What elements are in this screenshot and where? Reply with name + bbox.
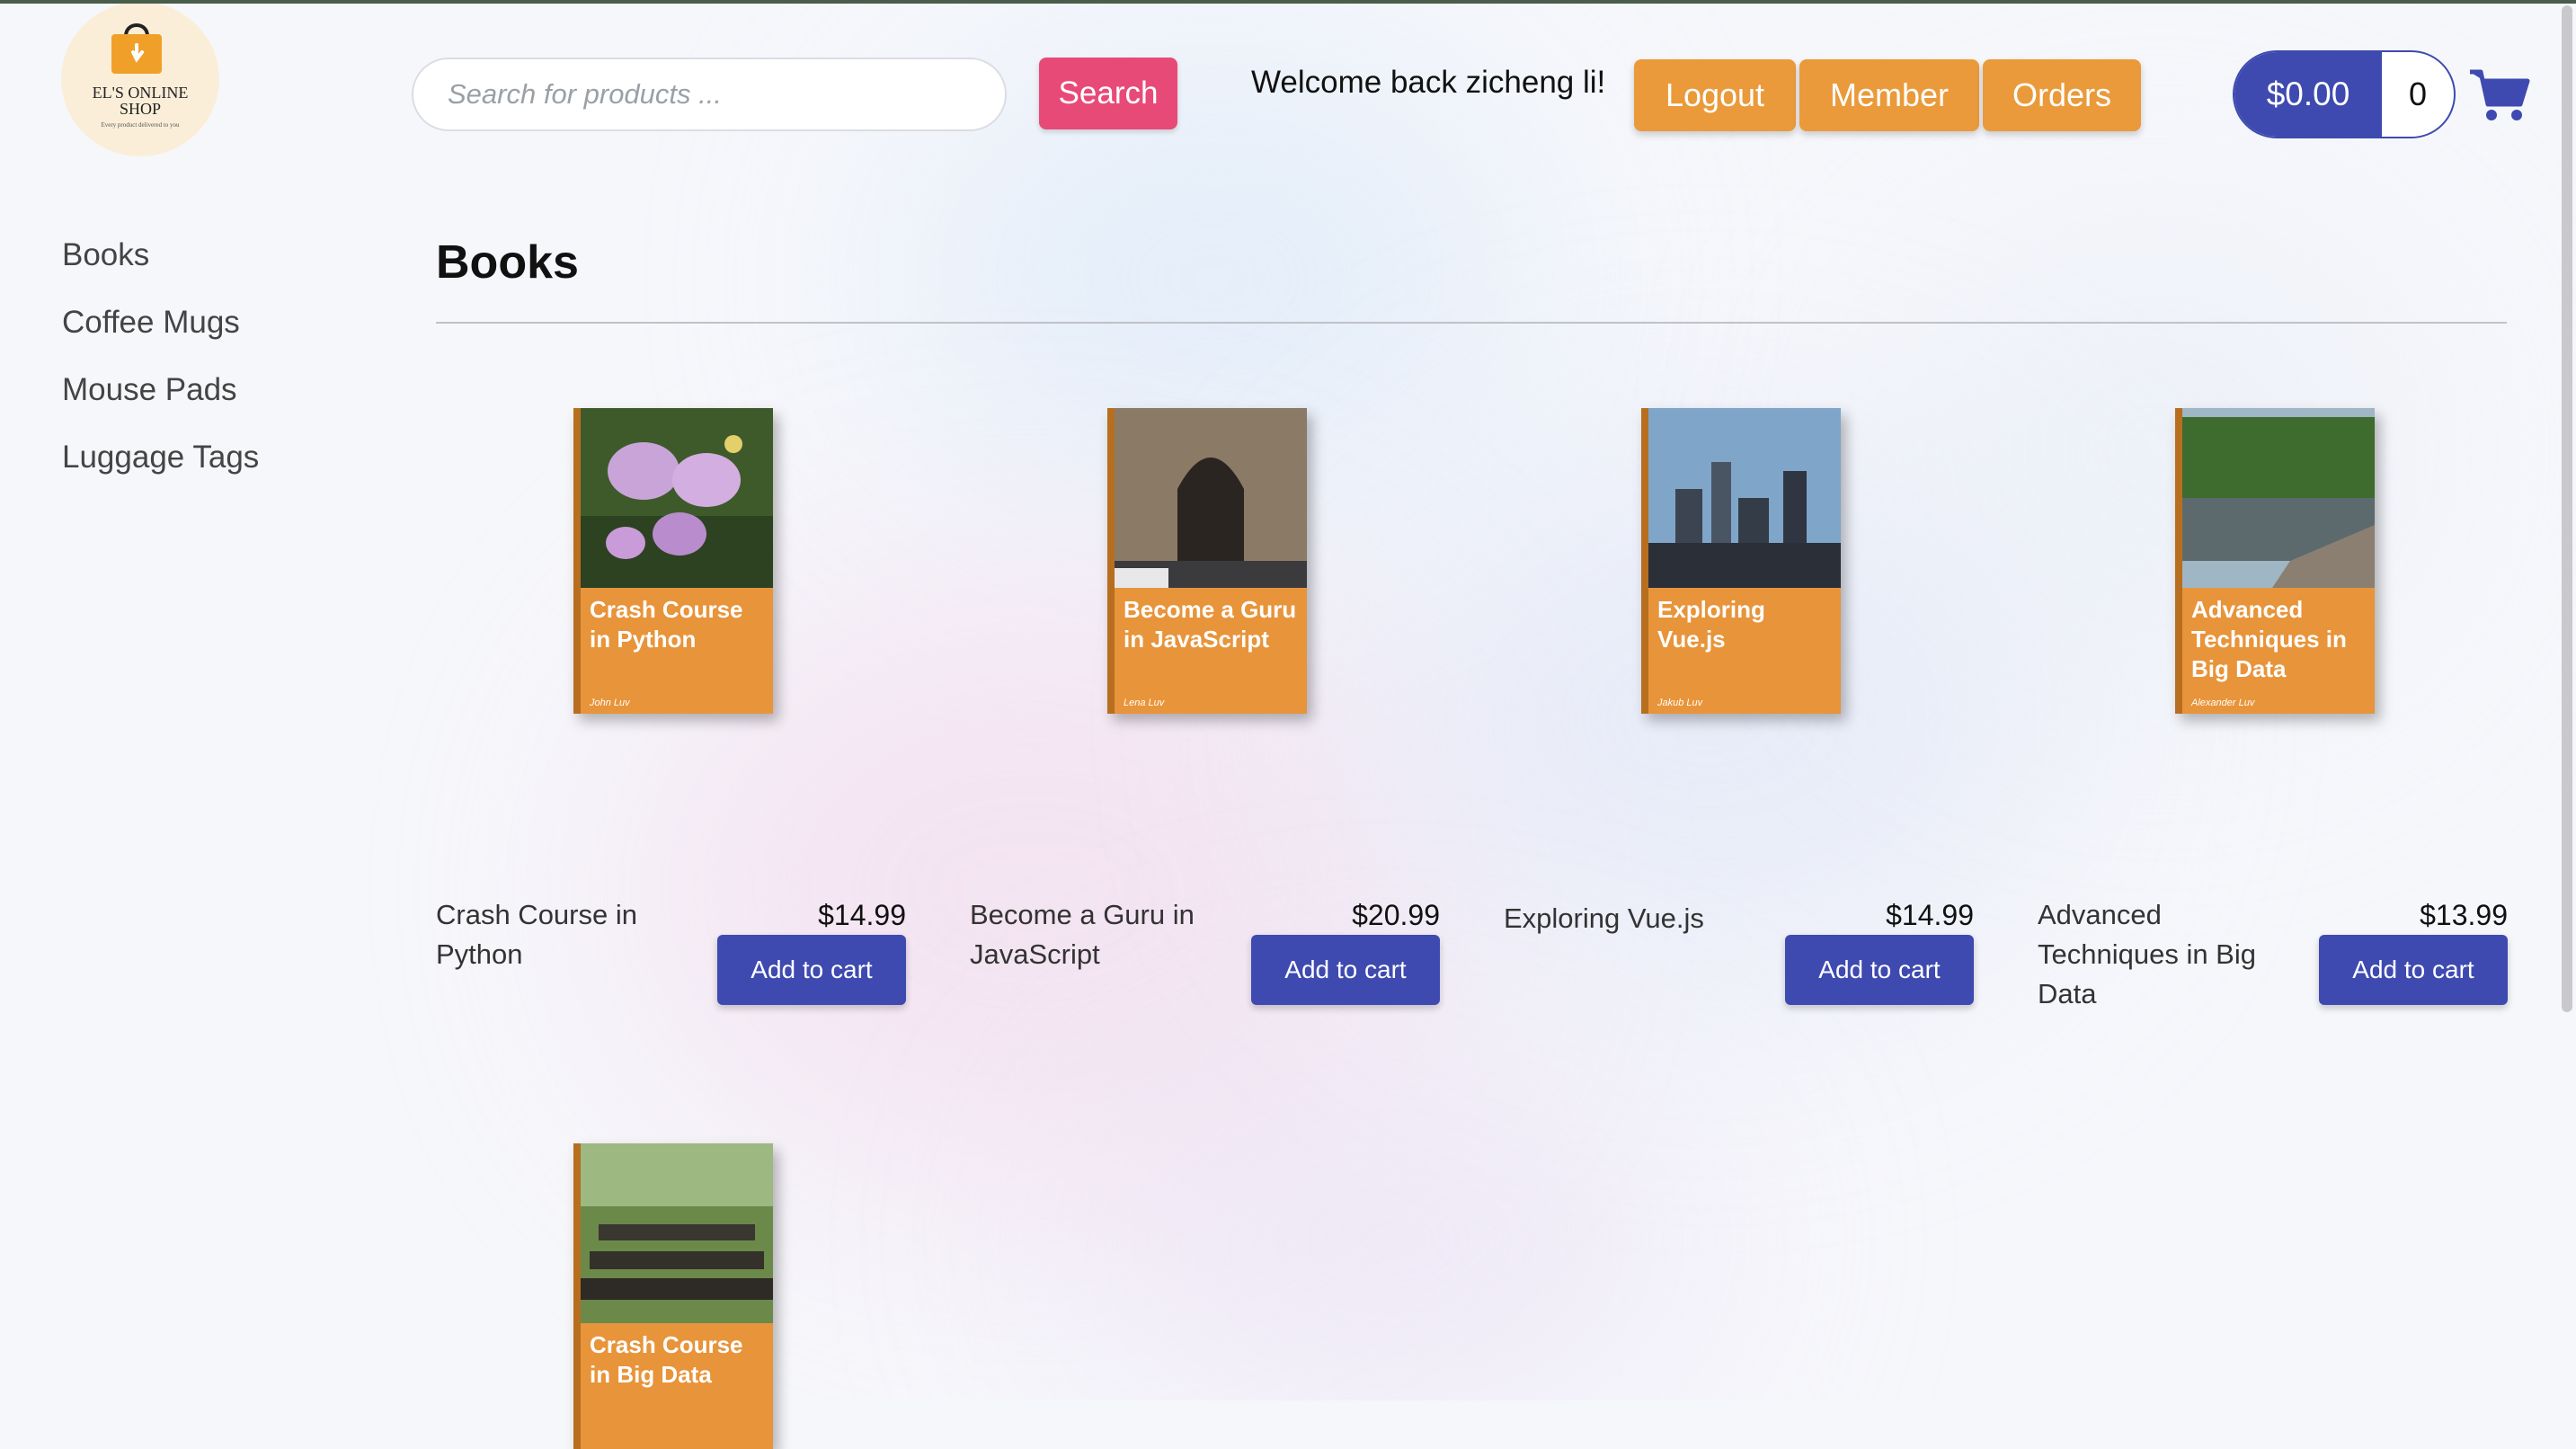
title-divider [436,322,2507,324]
book-cover-vue[interactable]: Exploring Vue.js Jakub Luv [1641,408,1841,714]
orchid-photo [581,408,773,588]
cover-title: Advanced Techniques in Big Data [2191,596,2347,682]
cover-author: Lena Luv [1124,698,1165,708]
book-cover-javascript[interactable]: Become a Guru in JavaScript Lena Luv [1107,408,1307,714]
book-spine [2175,408,2182,714]
logout-button[interactable]: Logout [1634,59,1796,131]
product-name[interactable]: Advanced Techniques in Big Data [2038,895,2262,1014]
search-input[interactable] [412,58,1007,131]
product-price: $14.99 [818,899,906,931]
search-button[interactable]: Search [1039,58,1177,129]
logo-name-line1: EL'S ONLINE [92,84,189,102]
cover-author: Alexander Luv [2191,698,2255,708]
page-title: Books [436,236,579,289]
top-border [0,0,2576,4]
product-name[interactable]: Exploring Vue.js [1504,899,1728,938]
sidebar-item-coffee-mugs[interactable]: Coffee Mugs [62,305,240,341]
logo-name-line2: SHOP [119,100,162,118]
forest-steps-photo [581,1143,773,1323]
product-price: $13.99 [2420,899,2508,931]
shopping-bag-icon [111,23,162,74]
cover-title: Crash Course in Python [590,596,743,653]
city-skyline-photo [1648,408,1841,588]
sidebar-item-books[interactable]: Books [62,237,149,273]
member-button[interactable]: Member [1799,59,1979,131]
product-price: $14.99 [1886,899,1974,931]
book-cover-python[interactable]: Crash Course in Python John Luv [573,408,773,714]
add-to-cart-button[interactable]: Add to cart [1785,935,1974,1005]
book-spine [573,408,581,714]
cover-author: Jakub Luv [1657,698,1703,708]
logo-tagline: Every product delivered to you [101,121,180,129]
product-name[interactable]: Become a Guru in JavaScript [970,895,1195,974]
cart-total: $0.00 [2234,52,2382,137]
book-cover-crash-course-big-data[interactable]: Crash Course in Big Data [573,1143,773,1449]
shopping-cart-icon[interactable] [2468,67,2531,124]
product-price: $20.99 [1352,899,1440,931]
archway-photo [1115,408,1307,588]
cover-title: Crash Course in Big Data [590,1331,743,1388]
product-name[interactable]: Crash Course in Python [436,895,661,974]
shop-logo[interactable]: EL'S ONLINE SHOP Every product delivered… [61,2,219,156]
book-spine [1641,408,1648,714]
add-to-cart-button[interactable]: Add to cart [717,935,906,1005]
orders-button[interactable]: Orders [1983,59,2141,131]
cart-summary[interactable]: $0.00 0 [2233,50,2456,138]
book-spine [573,1143,581,1449]
sidebar-item-mouse-pads[interactable]: Mouse Pads [62,372,237,408]
sidebar-item-luggage-tags[interactable]: Luggage Tags [62,440,259,476]
welcome-message: Welcome back zicheng li! [1251,65,1606,100]
cover-title: Become a Guru in JavaScript [1124,596,1297,653]
add-to-cart-button[interactable]: Add to cart [2319,935,2508,1005]
add-to-cart-button[interactable]: Add to cart [1251,935,1440,1005]
book-cover-big-data[interactable]: Advanced Techniques in Big Data Alexande… [2175,408,2375,714]
cover-title: Exploring Vue.js [1657,596,1765,653]
river-photo [2182,408,2375,588]
scrollbar-thumb[interactable] [2562,5,2572,1012]
cart-count: 0 [2408,76,2428,112]
cover-author: John Luv [590,698,630,708]
book-spine [1107,408,1115,714]
